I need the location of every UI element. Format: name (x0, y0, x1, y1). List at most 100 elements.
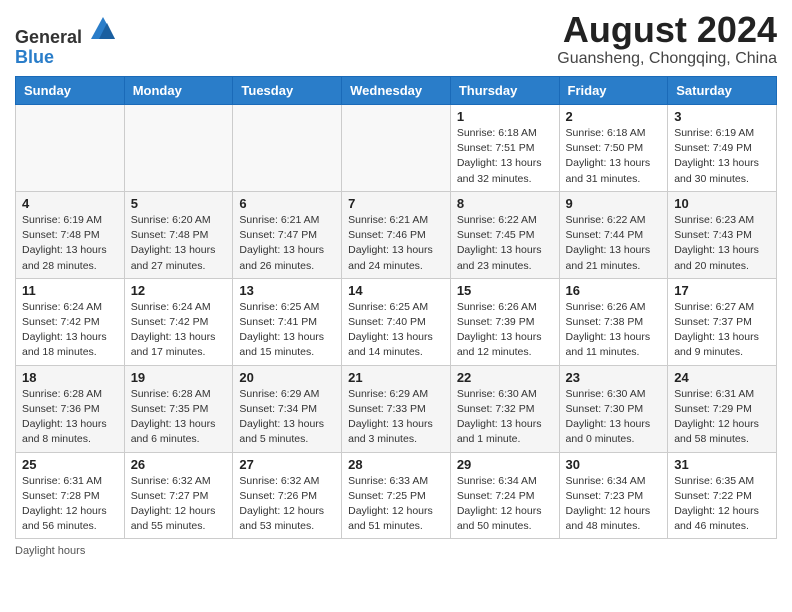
calendar-table: SundayMondayTuesdayWednesdayThursdayFrid… (15, 76, 777, 539)
weekday-header-friday: Friday (559, 77, 668, 105)
day-info: Sunrise: 6:34 AMSunset: 7:24 PMDaylight:… (457, 474, 553, 535)
day-info: Sunrise: 6:27 AMSunset: 7:37 PMDaylight:… (674, 300, 770, 361)
calendar-week-row: 4 Sunrise: 6:19 AMSunset: 7:48 PMDaylight… (16, 191, 777, 278)
calendar-week-row: 1 Sunrise: 6:18 AMSunset: 7:51 PMDaylight… (16, 105, 777, 192)
day-number: 19 (131, 370, 227, 385)
day-number: 28 (348, 457, 444, 472)
calendar-cell: 14 Sunrise: 6:25 AMSunset: 7:40 PMDayligh… (342, 278, 451, 365)
day-info: Sunrise: 6:18 AMSunset: 7:51 PMDaylight:… (457, 126, 553, 187)
day-number: 26 (131, 457, 227, 472)
calendar-cell: 16 Sunrise: 6:26 AMSunset: 7:38 PMDayligh… (559, 278, 668, 365)
day-number: 13 (239, 283, 335, 298)
logo-blue: Blue (15, 47, 54, 67)
calendar-cell: 19 Sunrise: 6:28 AMSunset: 7:35 PMDayligh… (124, 365, 233, 452)
day-number: 21 (348, 370, 444, 385)
day-info: Sunrise: 6:19 AMSunset: 7:48 PMDaylight:… (22, 213, 118, 274)
calendar-cell: 20 Sunrise: 6:29 AMSunset: 7:34 PMDayligh… (233, 365, 342, 452)
calendar-cell (124, 105, 233, 192)
calendar-cell: 13 Sunrise: 6:25 AMSunset: 7:41 PMDayligh… (233, 278, 342, 365)
calendar-cell: 18 Sunrise: 6:28 AMSunset: 7:36 PMDayligh… (16, 365, 125, 452)
calendar-cell: 15Sunrise: 6:26 AMSunset: 7:39 PMDayligh… (450, 278, 559, 365)
day-number: 25 (22, 457, 118, 472)
day-number: 16 (566, 283, 662, 298)
calendar-cell: 26 Sunrise: 6:32 AMSunset: 7:27 PMDayligh… (124, 452, 233, 539)
calendar-cell: 24 Sunrise: 6:31 AMSunset: 7:29 PMDayligh… (668, 365, 777, 452)
calendar-cell: 21Sunrise: 6:29 AMSunset: 7:33 PMDayligh… (342, 365, 451, 452)
day-info: Sunrise: 6:22 AMSunset: 7:44 PMDaylight:… (566, 213, 662, 274)
day-info: Sunrise: 6:21 AMSunset: 7:46 PMDaylight:… (348, 213, 444, 274)
day-info: Sunrise: 6:23 AMSunset: 7:43 PMDaylight:… (674, 213, 770, 274)
calendar-week-row: 25Sunrise: 6:31 AMSunset: 7:28 PMDayligh… (16, 452, 777, 539)
day-number: 27 (239, 457, 335, 472)
calendar-cell: 9 Sunrise: 6:22 AMSunset: 7:44 PMDaylight… (559, 191, 668, 278)
day-number: 15 (457, 283, 553, 298)
day-info: Sunrise: 6:25 AMSunset: 7:41 PMDaylight:… (239, 300, 335, 361)
weekday-header-sunday: Sunday (16, 77, 125, 105)
calendar-cell (233, 105, 342, 192)
day-info: Sunrise: 6:34 AMSunset: 7:23 PMDaylight:… (566, 474, 662, 535)
logo-general: General (15, 27, 82, 47)
calendar-cell: 5Sunrise: 6:20 AMSunset: 7:48 PMDaylight… (124, 191, 233, 278)
calendar-cell: 8Sunrise: 6:22 AMSunset: 7:45 PMDaylight… (450, 191, 559, 278)
weekday-header-saturday: Saturday (668, 77, 777, 105)
day-number: 20 (239, 370, 335, 385)
day-info: Sunrise: 6:28 AMSunset: 7:36 PMDaylight:… (22, 387, 118, 448)
day-info: Sunrise: 6:32 AMSunset: 7:26 PMDaylight:… (239, 474, 335, 535)
day-number: 17 (674, 283, 770, 298)
calendar-header-row: SundayMondayTuesdayWednesdayThursdayFrid… (16, 77, 777, 105)
day-info: Sunrise: 6:29 AMSunset: 7:34 PMDaylight:… (239, 387, 335, 448)
calendar-cell (342, 105, 451, 192)
weekday-header-thursday: Thursday (450, 77, 559, 105)
logo: General Blue (15, 15, 117, 68)
day-info: Sunrise: 6:31 AMSunset: 7:29 PMDaylight:… (674, 387, 770, 448)
calendar-cell: 4 Sunrise: 6:19 AMSunset: 7:48 PMDaylight… (16, 191, 125, 278)
day-info: Sunrise: 6:22 AMSunset: 7:45 PMDaylight:… (457, 213, 553, 274)
day-number: 5 (131, 196, 227, 211)
calendar-cell: 10 Sunrise: 6:23 AMSunset: 7:43 PMDayligh… (668, 191, 777, 278)
day-info: Sunrise: 6:35 AMSunset: 7:22 PMDaylight:… (674, 474, 770, 535)
day-number: 7 (348, 196, 444, 211)
title-area: August 2024 Guansheng, Chongqing, China (557, 10, 777, 68)
day-number: 1 (457, 109, 553, 124)
day-number: 11 (22, 283, 118, 298)
day-info: Sunrise: 6:28 AMSunset: 7:35 PMDaylight:… (131, 387, 227, 448)
day-info: Sunrise: 6:25 AMSunset: 7:40 PMDaylight:… (348, 300, 444, 361)
calendar-cell: 11Sunrise: 6:24 AMSunset: 7:42 PMDayligh… (16, 278, 125, 365)
day-number: 18 (22, 370, 118, 385)
day-info: Sunrise: 6:21 AMSunset: 7:47 PMDaylight:… (239, 213, 335, 274)
day-number: 24 (674, 370, 770, 385)
day-info: Sunrise: 6:24 AMSunset: 7:42 PMDaylight:… (131, 300, 227, 361)
calendar-cell: 1 Sunrise: 6:18 AMSunset: 7:51 PMDaylight… (450, 105, 559, 192)
calendar-cell: 29 Sunrise: 6:34 AMSunset: 7:24 PMDayligh… (450, 452, 559, 539)
daylight-label: Daylight hours (15, 545, 85, 557)
day-number: 4 (22, 196, 118, 211)
day-info: Sunrise: 6:32 AMSunset: 7:27 PMDaylight:… (131, 474, 227, 535)
day-number: 10 (674, 196, 770, 211)
calendar-cell: 17 Sunrise: 6:27 AMSunset: 7:37 PMDayligh… (668, 278, 777, 365)
day-number: 30 (566, 457, 662, 472)
day-info: Sunrise: 6:33 AMSunset: 7:25 PMDaylight:… (348, 474, 444, 535)
calendar-cell: 27 Sunrise: 6:32 AMSunset: 7:26 PMDayligh… (233, 452, 342, 539)
calendar-cell (16, 105, 125, 192)
day-info: Sunrise: 6:19 AMSunset: 7:49 PMDaylight:… (674, 126, 770, 187)
day-info: Sunrise: 6:30 AMSunset: 7:30 PMDaylight:… (566, 387, 662, 448)
day-number: 14 (348, 283, 444, 298)
day-number: 2 (566, 109, 662, 124)
day-number: 12 (131, 283, 227, 298)
day-info: Sunrise: 6:30 AMSunset: 7:32 PMDaylight:… (457, 387, 553, 448)
day-number: 9 (566, 196, 662, 211)
footer: Daylight hours (15, 545, 777, 557)
calendar-cell: 2 Sunrise: 6:18 AMSunset: 7:50 PMDaylight… (559, 105, 668, 192)
weekday-header-tuesday: Tuesday (233, 77, 342, 105)
day-info: Sunrise: 6:18 AMSunset: 7:50 PMDaylight:… (566, 126, 662, 187)
header: General Blue August 2024 Guansheng, Chon… (15, 10, 777, 68)
calendar-week-row: 18 Sunrise: 6:28 AMSunset: 7:36 PMDayligh… (16, 365, 777, 452)
calendar-cell: 30 Sunrise: 6:34 AMSunset: 7:23 PMDayligh… (559, 452, 668, 539)
sub-title: Guansheng, Chongqing, China (557, 50, 777, 68)
calendar-cell: 28 Sunrise: 6:33 AMSunset: 7:25 PMDayligh… (342, 452, 451, 539)
day-number: 6 (239, 196, 335, 211)
logo-icon (89, 15, 117, 43)
day-info: Sunrise: 6:26 AMSunset: 7:38 PMDaylight:… (566, 300, 662, 361)
day-number: 29 (457, 457, 553, 472)
weekday-header-wednesday: Wednesday (342, 77, 451, 105)
